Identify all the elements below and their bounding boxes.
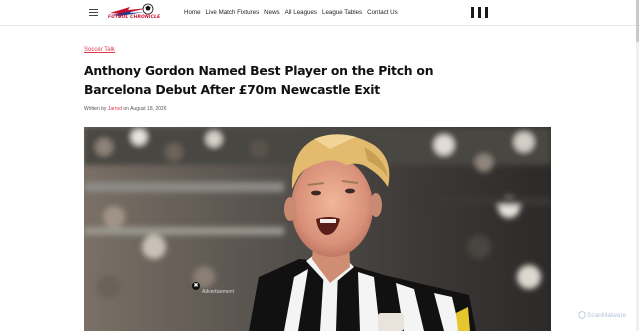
byline-prefix: Written by [84,106,107,112]
scrollbar-track[interactable] [636,0,639,331]
watermark-text: ScanMalware [587,311,627,319]
scrollbar-thumb[interactable] [636,0,639,42]
article-date: August 18, 2026 [130,106,167,112]
logo-text: FUTBOL CHRONICLE [108,15,161,20]
shield-icon [578,311,586,319]
bars-icon[interactable] [471,7,488,18]
ad-label: Advertisement [202,289,234,295]
article-title: Anthony Gordon Named Best Player on the … [84,63,434,97]
close-ad-button[interactable]: ✖ [192,282,200,290]
nav-home[interactable]: Home [184,9,201,16]
author-link[interactable]: Jarrod [108,106,122,112]
scanmalware-watermark: ScanMalware [578,311,626,319]
byline-on: on [123,106,129,112]
nav-contact-us[interactable]: Contact Us [367,9,398,16]
category-link[interactable]: Soccer Talk [84,47,115,53]
nav-league-tables[interactable]: League Tables [322,9,362,16]
menu-icon[interactable] [89,9,98,16]
main-nav: Home Live Match Fixtures News All League… [184,9,398,16]
hero-image [84,127,551,331]
nav-live-match-fixtures[interactable]: Live Match Fixtures [206,9,260,16]
article-byline: Written by Jarrod on August 18, 2026 [84,106,167,112]
nav-all-leagues[interactable]: All Leagues [285,9,317,16]
site-header: FUTBOL CHRONICLE Home Live Match Fixture… [0,0,640,26]
nav-news[interactable]: News [264,9,279,16]
